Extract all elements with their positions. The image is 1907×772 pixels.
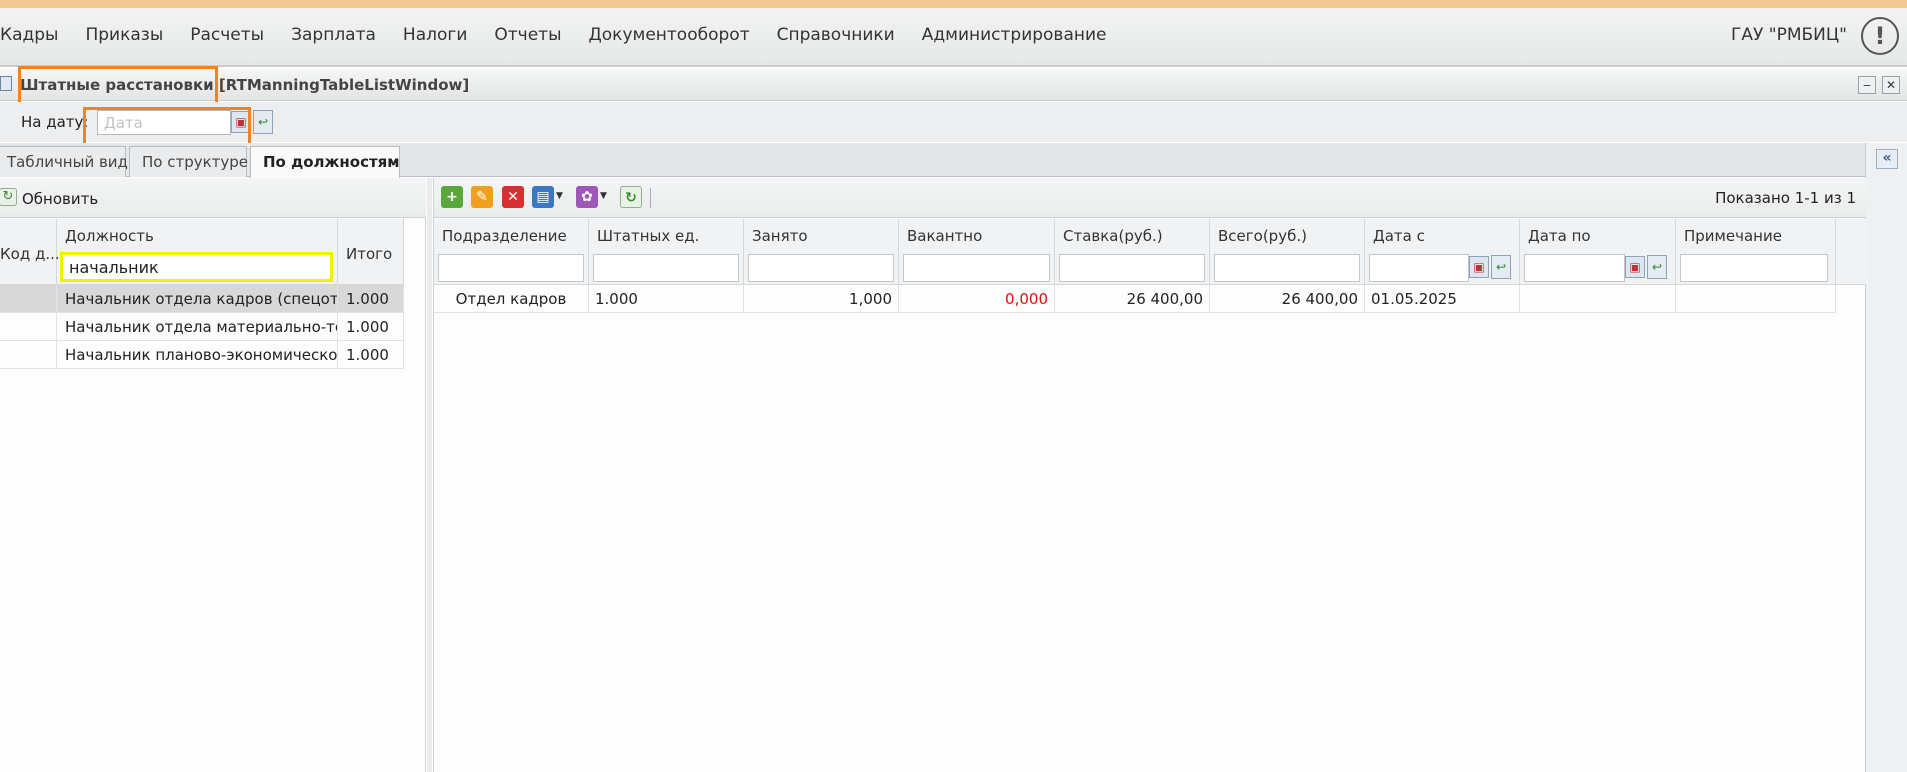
- note-filter-input[interactable]: [1680, 254, 1828, 282]
- cell-date-from: 01.05.2025: [1365, 285, 1520, 313]
- positions-grid-header: Код д... Должность Итого: [0, 219, 404, 285]
- alert-icon[interactable]: !: [1861, 17, 1899, 55]
- table-row[interactable]: Начальник отдела материально-тех... 1.00…: [0, 313, 404, 341]
- manning-details-panel: + ✎ ✕ ▤ ▼ ✿ ▼ ↻ Показано 1-1 из 1 Подраз…: [433, 178, 1866, 772]
- window-titlebar: Штатные расстановки [RTManningTableListW…: [0, 69, 1907, 101]
- date-from-filter-input[interactable]: [1369, 254, 1469, 282]
- occupied-filter-input[interactable]: [748, 254, 894, 282]
- table-row[interactable]: Отдел кадров 1.000 1,000 0,000 26 400,00…: [434, 285, 1836, 313]
- window-icon: [0, 76, 12, 91]
- cell-position: Начальник отдела кадров (спецотде...: [57, 285, 338, 313]
- add-icon[interactable]: +: [441, 186, 463, 208]
- settings-dropdown-arrow[interactable]: ▼: [600, 191, 607, 201]
- refresh-label: Обновить: [22, 190, 99, 208]
- column-header-code[interactable]: Код д...: [0, 219, 60, 285]
- refresh-icon: ↻: [0, 188, 17, 206]
- left-toolbar: ↻ Обновить: [0, 178, 426, 218]
- tab-by-position[interactable]: По должностям: [250, 146, 400, 178]
- right-collapse-gutter: «: [1865, 143, 1907, 772]
- department-filter-input[interactable]: [438, 254, 584, 282]
- refresh-icon[interactable]: ↻: [620, 186, 642, 208]
- menu-item-administrirovanie[interactable]: Администрирование: [922, 25, 1107, 45]
- edit-icon[interactable]: ✎: [471, 186, 493, 208]
- cell-department: Отдел кадров: [434, 285, 589, 313]
- cell-code: [0, 341, 57, 369]
- tab-table-view[interactable]: Табличный вид: [0, 146, 128, 177]
- column-header-total[interactable]: Итого: [338, 219, 404, 285]
- positions-panel: ↻ Обновить Код д... Должность Итого Нача…: [0, 178, 426, 772]
- paging-info: Показано 1-1 из 1: [1715, 189, 1856, 207]
- cell-staff-units: 1.000: [589, 285, 744, 313]
- organization-name[interactable]: ГАУ "РМБИЦ": [1731, 25, 1847, 45]
- toolbar-separator: [650, 188, 651, 208]
- menu-item-nalogi[interactable]: Налоги: [403, 25, 467, 45]
- menu-item-spravochniki[interactable]: Справочники: [777, 25, 895, 45]
- cell-position: Начальник планово-экономического...: [57, 341, 338, 369]
- panel-splitter[interactable]: [427, 178, 432, 772]
- details-toolbar: + ✎ ✕ ▤ ▼ ✿ ▼ ↻ Показано 1-1 из 1: [434, 178, 1866, 218]
- menu-item-raschety[interactable]: Расчеты: [190, 25, 264, 45]
- menu-item-otchety[interactable]: Отчеты: [494, 25, 561, 45]
- clear-date-icon[interactable]: ↩: [1491, 255, 1511, 279]
- date-filter-label: На дату:: [21, 113, 89, 131]
- cell-position: Начальник отдела материально-тех...: [57, 313, 338, 341]
- rate-filter-input[interactable]: [1059, 254, 1205, 282]
- cell-occupied: 1,000: [744, 285, 899, 313]
- minimize-button[interactable]: ‒: [1858, 76, 1876, 94]
- clear-date-icon[interactable]: ↩: [253, 110, 273, 134]
- position-filter-input[interactable]: [60, 252, 333, 282]
- cell-code: [0, 313, 57, 341]
- cell-total: 1.000: [338, 313, 404, 341]
- cell-code: [0, 285, 57, 313]
- table-row[interactable]: Начальник отдела кадров (спецотде... 1.0…: [0, 285, 404, 313]
- table-row[interactable]: Начальник планово-экономического... 1.00…: [0, 341, 404, 369]
- main-menubar: Кадры Приказы Расчеты Зарплата Налоги От…: [0, 8, 1907, 67]
- menu-item-prikazy[interactable]: Приказы: [85, 25, 163, 45]
- cell-note: [1676, 285, 1836, 313]
- print-icon[interactable]: ▤: [532, 186, 554, 208]
- cell-date-to: [1520, 285, 1676, 313]
- delete-icon[interactable]: ✕: [502, 186, 524, 208]
- cell-total: 1.000: [338, 341, 404, 369]
- details-grid-header: Подразделение Штатных ед. Занято Вакантн…: [434, 219, 1866, 285]
- refresh-button[interactable]: ↻ Обновить: [0, 178, 100, 218]
- cell-total: 1.000: [338, 285, 404, 313]
- calendar-icon[interactable]: ▣: [1469, 256, 1489, 278]
- tab-by-structure[interactable]: По структуре: [129, 146, 248, 177]
- menu-item-dokumentooborot[interactable]: Документооборот: [589, 25, 750, 45]
- cell-vacant: 0,000: [899, 285, 1055, 313]
- print-dropdown-arrow[interactable]: ▼: [556, 191, 563, 201]
- total-filter-input[interactable]: [1214, 254, 1360, 282]
- menu-item-zarplata[interactable]: Зарплата: [291, 25, 376, 45]
- calendar-icon[interactable]: ▣: [1625, 256, 1645, 278]
- staff-units-filter-input[interactable]: [593, 254, 739, 282]
- clear-date-icon[interactable]: ↩: [1647, 255, 1667, 279]
- settings-icon[interactable]: ✿: [576, 186, 598, 208]
- menu-items: Кадры Приказы Расчеты Зарплата Налоги От…: [0, 25, 1134, 45]
- collapse-panel-icon[interactable]: «: [1876, 149, 1898, 169]
- date-filter-bar: На дату: ▣ ↩: [0, 102, 1907, 142]
- top-accent-strip: [0, 0, 1907, 8]
- cell-total: 26 400,00: [1210, 285, 1365, 313]
- menu-item-kadry[interactable]: Кадры: [0, 25, 58, 45]
- tab-bar: Табличный вид По структуре По должностям: [0, 143, 1865, 178]
- close-button[interactable]: ✕: [1882, 76, 1900, 94]
- cell-rate: 26 400,00: [1055, 285, 1210, 313]
- vacant-filter-input[interactable]: [903, 254, 1050, 282]
- date-to-filter-input[interactable]: [1524, 254, 1625, 282]
